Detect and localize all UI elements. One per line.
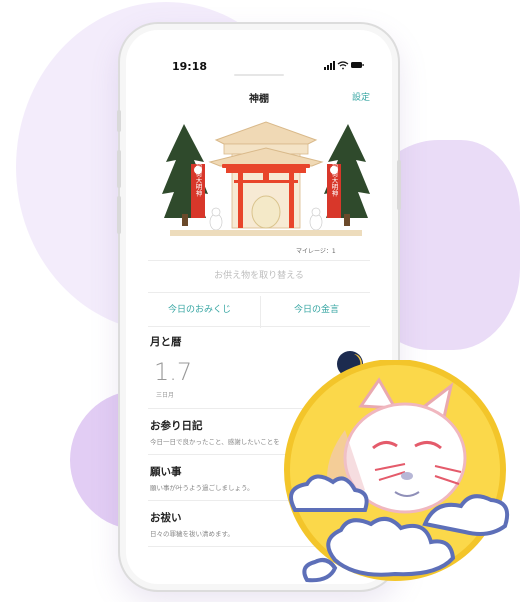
shrine-base — [170, 230, 362, 236]
phone-side-button — [117, 110, 121, 132]
status-icons — [324, 61, 364, 70]
settings-button[interactable]: 設定 — [352, 90, 370, 103]
shrine-illustration[interactable]: 稲荷大明神 稲荷大明神 — [162, 114, 370, 244]
daily-tabs: 今日のおみくじ 今日の金言 — [148, 296, 370, 328]
mileage-label: マイレージ：1 — [296, 248, 336, 255]
phone-side-button — [397, 160, 401, 210]
fox-statue-icon — [209, 207, 223, 231]
fox-statue-icon — [309, 207, 323, 231]
signal-icon — [324, 61, 335, 70]
replace-offering-button[interactable]: お供え物を取り替える — [126, 268, 392, 281]
wish-title: 願い事 — [150, 466, 182, 478]
banner-right: 稲荷大明神 — [327, 162, 341, 218]
moon-age: 1.7 — [154, 358, 193, 386]
fox-mascot-illustration — [284, 360, 510, 583]
wifi-icon — [337, 61, 349, 70]
diary-title: お参り日記 — [150, 420, 203, 432]
offering-icon — [251, 195, 281, 229]
tab-separator — [260, 296, 261, 328]
divider — [148, 326, 370, 327]
phone-side-button — [117, 150, 121, 188]
nav-bar: 神棚 設定 — [126, 86, 392, 110]
status-bar: 19:18 — [126, 30, 392, 73]
wish-subtitle: 願い事が叶うよう過ごしましょう。 — [150, 484, 254, 492]
golden-words-button[interactable]: 今日の金言 — [294, 302, 339, 315]
banner-text: 稲荷大明神 — [330, 162, 338, 197]
banner-text: 稲荷大明神 — [194, 162, 202, 197]
omikuji-button[interactable]: 今日のおみくじ — [168, 302, 231, 315]
phone-side-button — [117, 196, 121, 234]
divider — [148, 292, 370, 293]
battery-icon — [351, 62, 364, 68]
status-time: 19:18 — [172, 60, 208, 73]
moon-section-title: 月と暦 — [150, 336, 182, 348]
purification-title: お祓い — [150, 512, 182, 524]
divider — [148, 260, 370, 261]
home-indicator — [234, 74, 284, 76]
purification-subtitle: 日々の罪穢を祓い清めます。 — [150, 530, 234, 538]
moon-phase-name: 三日月 — [156, 392, 175, 399]
diary-subtitle: 今日一日で良かったこと、感謝したいことを — [150, 438, 280, 446]
banner-left: 稲荷大明神 — [191, 162, 205, 218]
